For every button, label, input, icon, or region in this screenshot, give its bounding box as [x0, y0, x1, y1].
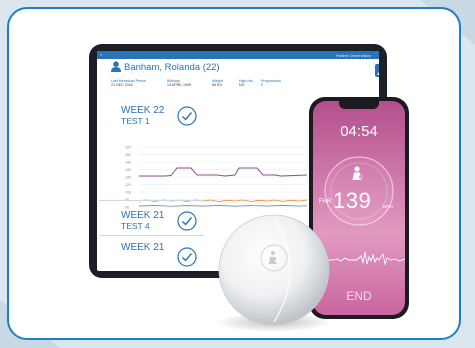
field-lmp: Last Menstrual Period 21 DEC 2016	[111, 79, 146, 88]
phone-notch	[339, 101, 379, 109]
y-tick-label: 140	[125, 176, 131, 180]
close-icon[interactable]: ×	[100, 52, 102, 57]
field-value: NO	[239, 83, 245, 88]
test-number: TEST 1	[121, 116, 150, 126]
fhr-trace	[139, 167, 307, 177]
field-weight: Weight 68 KG	[212, 79, 223, 88]
test-week: WEEK 21	[121, 242, 165, 253]
field-value: 68 KG	[212, 83, 223, 88]
y-tick-label: 220	[125, 146, 131, 150]
patient-name: Banham, Rolanda (22)	[124, 62, 220, 73]
y-tick-label: 120	[125, 183, 131, 187]
field-birthday: Birthday 13 APRIL 1995	[167, 79, 191, 88]
title-bar-label: Patient Observation	[335, 52, 371, 58]
profile-button[interactable]	[375, 64, 379, 77]
test-item-week22[interactable]: WEEK 22 TEST 1	[121, 105, 165, 127]
test-week: WEEK 21	[121, 210, 165, 221]
bpm-value: 139	[333, 188, 372, 213]
fetal-monitor-device	[216, 214, 332, 332]
test-week: WEEK 22	[121, 105, 165, 116]
divider	[99, 200, 204, 201]
test-item-week21-b[interactable]: WEEK 21	[121, 243, 164, 253]
toco-trace	[138, 205, 307, 207]
y-tick-label: 180	[125, 161, 131, 165]
title-bar: × Patient Observation	[97, 51, 379, 59]
graph-gridlines	[139, 146, 307, 208]
field-pregnancies: Pregnancies 2	[261, 79, 281, 88]
field-high-risk: High risk NO	[239, 79, 253, 88]
y-tick-label: 160	[125, 168, 131, 172]
product-card: × Patient Observation Banham, Rolanda (2…	[7, 7, 461, 340]
profile-icon	[377, 71, 379, 75]
check-icon	[177, 211, 197, 231]
bpm-unit: BPM	[383, 204, 393, 209]
field-label: Pregnancies	[261, 79, 281, 83]
check-icon	[177, 247, 197, 267]
field-value: 2	[261, 83, 263, 88]
person-icon	[111, 61, 121, 72]
session-timer: 04:54	[340, 123, 378, 140]
field-value: 21 DEC 2016	[111, 83, 133, 88]
y-tick-label: 60	[125, 206, 129, 210]
y-tick-label: 100	[125, 191, 131, 195]
y-tick-label: 200	[125, 153, 131, 157]
fhr-label: FHR	[319, 199, 332, 205]
field-value: 13 APRIL 1995	[167, 83, 192, 88]
divider	[99, 235, 204, 236]
test-number: TEST 4	[121, 221, 150, 231]
check-icon	[177, 106, 197, 126]
test-item-week21[interactable]: WEEK 21 TEST 4	[121, 210, 165, 232]
